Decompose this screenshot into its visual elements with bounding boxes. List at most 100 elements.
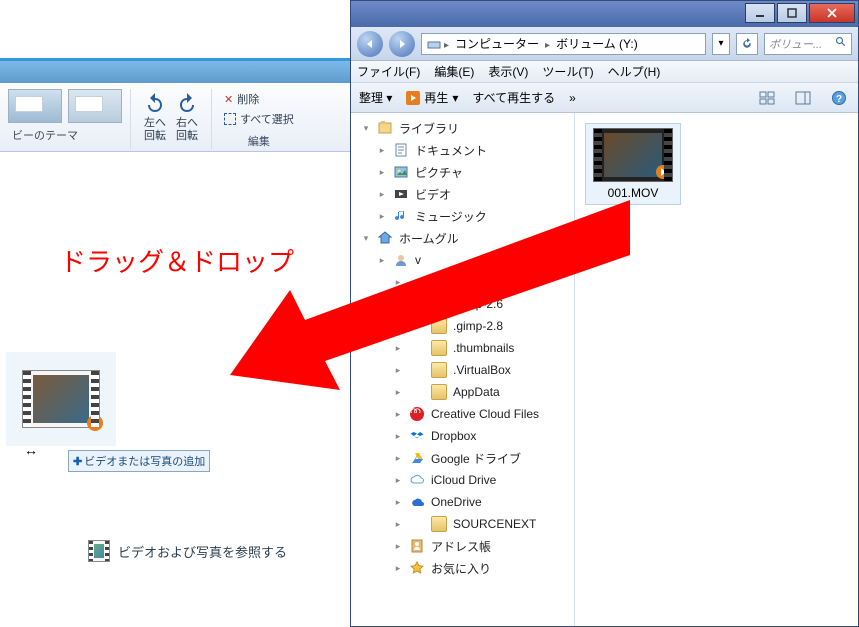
themes-label: ビーのテーマ (8, 127, 122, 143)
play-button[interactable]: 再生 ▾ (406, 89, 458, 106)
refresh-button[interactable] (736, 33, 758, 55)
theme-thumb[interactable] (8, 89, 62, 123)
tree-item[interactable]: ▸.android (351, 271, 574, 293)
tree-label: お気に入り (431, 560, 491, 577)
rotate-left-button[interactable]: 左へ 回転 (139, 89, 171, 144)
tree-item[interactable]: ▸.gimp-2.6 (351, 293, 574, 315)
view-options-button[interactable] (756, 88, 778, 108)
rotate-group: 左へ 回転 右へ 回転 (131, 89, 212, 149)
film-thumbnail-icon (22, 370, 100, 428)
plus-icon: ✚ (73, 455, 82, 468)
tree-label: .gimp-2.6 (453, 297, 503, 311)
themes-group: ビーのテーマ (0, 89, 131, 149)
minimize-button[interactable] (745, 3, 775, 23)
tree-label: ドキュメント (415, 142, 487, 159)
file-item[interactable]: 001.MOV (585, 123, 681, 205)
menu-help[interactable]: ヘルプ(H) (608, 63, 661, 80)
cc-icon (409, 406, 425, 422)
tree-label: .gimp-2.8 (453, 319, 503, 333)
delete-icon: ✕ (224, 93, 233, 106)
tree-item[interactable]: ▸AppData (351, 381, 574, 403)
delete-button[interactable]: ✕ 削除 (220, 89, 263, 109)
tree-item[interactable]: ▸Creative Cloud Files (351, 403, 574, 425)
resize-handle-icon[interactable]: ↔ (24, 442, 38, 458)
tree-item[interactable]: ▸アドレス帳 (351, 535, 574, 557)
tree-item[interactable]: ▸お気に入り (351, 557, 574, 579)
search-input[interactable]: ボリュー... (764, 33, 852, 55)
folder-icon (409, 516, 425, 532)
address-bar[interactable]: コンピューター ボリューム (Y:) (421, 33, 706, 55)
library-icon (377, 120, 393, 136)
tree-label: ミュージック (415, 208, 487, 225)
rotate-right-icon (175, 91, 199, 115)
icloud-icon (409, 472, 425, 488)
svg-text:?: ? (836, 94, 842, 105)
tree-item[interactable]: ▸v (351, 249, 574, 271)
close-button[interactable] (809, 3, 855, 23)
tree-item[interactable]: ▸SOURCENEXT (351, 513, 574, 535)
add-media-tooltip: ✚ ビデオまたは写真の追加 (68, 450, 210, 472)
nav-tree[interactable]: ▾ライブラリ▸ドキュメント▸ピクチャ▸ビデオ▸ミュージック▾ホームグル▸v▸.a… (351, 113, 575, 626)
star-icon (409, 560, 425, 576)
nav-bar: コンピューター ボリューム (Y:) ▾ ボリュー... (351, 27, 858, 61)
drop-zone[interactable]: ↔ (6, 352, 116, 446)
tree-item[interactable]: ▸OneDrive (351, 491, 574, 513)
video-editor-window: ビーのテーマ 左へ 回転 右へ 回転 ✕ 削除 すべて選択 編集 ドラ (0, 58, 350, 627)
toolbar-overflow[interactable]: » (569, 91, 576, 105)
tree-item[interactable]: ▾ライブラリ (351, 117, 574, 139)
folder-icon (409, 384, 425, 400)
address-dropdown[interactable]: ▾ (712, 33, 730, 55)
tree-item[interactable]: ▸.gimp-2.8 (351, 315, 574, 337)
forward-button[interactable] (389, 31, 415, 57)
menu-view[interactable]: 表示(V) (488, 63, 528, 80)
tree-item[interactable]: ▸.thumbnails (351, 337, 574, 359)
folder-icon (409, 362, 425, 378)
tree-label: v (415, 253, 421, 267)
theme-thumb[interactable] (68, 89, 122, 123)
tree-item[interactable]: ▸Google ドライブ (351, 447, 574, 469)
doc-icon (393, 142, 409, 158)
menu-edit[interactable]: 編集(E) (434, 63, 474, 80)
film-icon (88, 540, 110, 562)
preview-pane-button[interactable] (792, 88, 814, 108)
contacts-icon (409, 538, 425, 554)
organize-button[interactable]: 整理 ▾ (359, 89, 392, 106)
rotate-right-button[interactable]: 右へ 回転 (171, 89, 203, 144)
tree-label: Google ドライブ (431, 450, 521, 467)
tree-item[interactable]: ▸ビデオ (351, 183, 574, 205)
folder-icon (409, 296, 425, 312)
tree-item[interactable]: ▾ホームグル (351, 227, 574, 249)
tree-label: .VirtualBox (453, 363, 511, 377)
explorer-body: ▾ライブラリ▸ドキュメント▸ピクチャ▸ビデオ▸ミュージック▾ホームグル▸v▸.a… (351, 113, 858, 626)
tree-item[interactable]: ▸ピクチャ (351, 161, 574, 183)
music-icon (393, 208, 409, 224)
tree-item[interactable]: ▸iCloud Drive (351, 469, 574, 491)
play-all-button[interactable]: すべて再生する (472, 89, 555, 106)
tree-label: iCloud Drive (431, 473, 496, 487)
pic-icon (393, 164, 409, 180)
explorer-titlebar[interactable] (351, 1, 858, 27)
browse-hint[interactable]: ビデオおよび写真を参照する (88, 540, 287, 562)
tree-item[interactable]: ▸.VirtualBox (351, 359, 574, 381)
help-button[interactable]: ? (828, 88, 850, 108)
breadcrumb-volume: ボリューム (Y:) (552, 35, 642, 52)
tree-item[interactable]: ▸Dropbox (351, 425, 574, 447)
vid-icon (393, 186, 409, 202)
tree-item[interactable]: ▸ミュージック (351, 205, 574, 227)
editor-canvas[interactable]: ドラッグ＆ドロップ ↔ ✚ ビデオまたは写真の追加 ビデオおよび写真を参照する (0, 152, 350, 612)
tree-label: .android (453, 275, 496, 289)
file-pane[interactable]: 001.MOV (575, 113, 858, 626)
toolbar: 整理 ▾ 再生 ▾ すべて再生する » ? (351, 83, 858, 113)
tree-label: ピクチャ (415, 164, 463, 181)
rotate-left-icon (143, 91, 167, 115)
editor-titlebar[interactable] (0, 61, 350, 83)
menu-file[interactable]: ファイル(F) (357, 63, 420, 80)
drive-icon (426, 36, 442, 52)
tree-item[interactable]: ▸ドキュメント (351, 139, 574, 161)
maximize-button[interactable] (777, 3, 807, 23)
back-button[interactable] (357, 31, 383, 57)
tree-label: ライブラリ (399, 120, 459, 137)
menu-tool[interactable]: ツール(T) (542, 63, 593, 80)
tree-label: Dropbox (431, 429, 476, 443)
select-all-button[interactable]: すべて選択 (220, 109, 298, 129)
